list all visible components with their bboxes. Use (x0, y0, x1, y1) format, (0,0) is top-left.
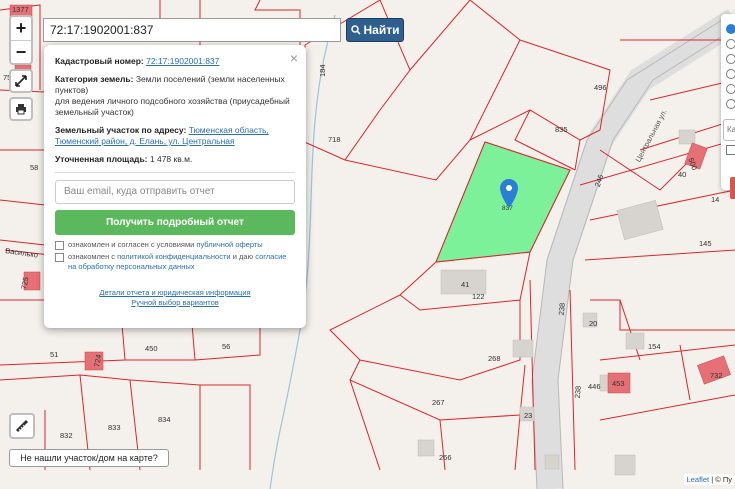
map-label: 450 (145, 344, 158, 353)
map-label: 41 (461, 280, 469, 289)
not-found-button[interactable]: Не нашли участок/дом на карте? (9, 449, 169, 467)
map-label: 446 (588, 382, 601, 391)
area-label: Уточненная площадь: (55, 154, 148, 164)
map-label: 496 (594, 83, 607, 92)
attribution-text: | © Пу (711, 475, 732, 484)
cadastral-number-link[interactable]: 72:17:1902001:837 (146, 56, 219, 66)
map-label: 40 (678, 170, 686, 179)
map-label: 145 (699, 239, 712, 248)
measure-button[interactable] (9, 413, 35, 439)
map-label: 238 (573, 385, 583, 398)
layer-radio[interactable] (726, 24, 735, 34)
area-value: 1 478 кв.м. (149, 154, 193, 164)
manual-selection-link[interactable]: Ручной выбор вариантов (131, 298, 219, 307)
privacy-text-middle: и даю (232, 252, 254, 261)
map-label: 51 (50, 350, 58, 359)
privacy-agreement: ознакомлен с политикой конфиденциальност… (55, 252, 295, 272)
map-label: 23 (524, 411, 532, 420)
map-label: 837 (502, 205, 513, 212)
map-label: 56 (222, 342, 230, 351)
map-label: 268 (488, 354, 501, 363)
cadastral-label: Кадастровый номер: (55, 56, 144, 66)
search-button[interactable]: Найти (346, 18, 404, 42)
layer-radio[interactable] (726, 69, 735, 79)
parcel-info-popup: × Кадастровый номер: 72:17:1902001:837 К… (44, 45, 306, 328)
email-field[interactable]: Ваш email, куда отправить отчет (55, 180, 295, 204)
layer-panel: Ка (721, 14, 735, 199)
ruler-icon (15, 419, 29, 433)
layer-radio[interactable] (726, 84, 735, 94)
offer-link[interactable]: публичной оферты (196, 240, 262, 249)
map-label: 833 (108, 423, 121, 432)
map-label: 20 (589, 319, 597, 328)
offer-agreement: ознакомлен и согласен с условиями публич… (55, 240, 295, 250)
privacy-policy-link[interactable]: политикой конфиденциальности (117, 252, 230, 261)
layer-radio[interactable] (726, 99, 735, 109)
layer-radio[interactable] (726, 39, 735, 49)
report-details-link[interactable]: Детали отчета и юридическая информация (99, 288, 250, 297)
category-label: Категория земель: (55, 74, 134, 84)
layer-checkbox[interactable] (726, 145, 735, 155)
map-label: 835 (555, 125, 568, 134)
layer-radio[interactable] (726, 54, 735, 64)
divider (55, 172, 295, 173)
close-icon[interactable]: × (290, 50, 298, 66)
search-icon (350, 25, 361, 35)
map-label: 834 (158, 415, 171, 424)
map-label: 832 (60, 431, 73, 440)
map-label: 14 (711, 195, 719, 204)
map-label: 718 (328, 135, 341, 144)
map-label: 58 (30, 163, 38, 172)
map-label: 184 (318, 64, 327, 77)
map-label: 154 (648, 342, 661, 351)
map-attribution: Leaflet | © Пу (683, 474, 735, 485)
purpose-value: для ведения личного подсобного хозяйства… (55, 96, 290, 117)
map-label: 267 (432, 398, 445, 407)
leaflet-link[interactable]: Leaflet (687, 475, 710, 484)
map-label: 453 (612, 379, 625, 388)
address-label: Земельный участок по адресу: (55, 125, 187, 135)
layer-select[interactable]: Ка (723, 119, 735, 141)
map-label: 122 (472, 292, 485, 301)
map-label: 732 (710, 371, 723, 380)
search-button-label: Найти (363, 23, 400, 37)
offer-checkbox[interactable] (55, 241, 64, 250)
panel-action-button[interactable] (730, 177, 735, 199)
expand-icon (15, 75, 27, 87)
zoom-out-button[interactable]: − (11, 41, 31, 64)
offer-text: ознакомлен и согласен с условиями (68, 240, 195, 249)
fullscreen-button[interactable] (9, 69, 33, 93)
privacy-text: ознакомлен с (68, 252, 116, 261)
privacy-checkbox[interactable] (55, 253, 64, 262)
map-label: 238 (557, 302, 567, 315)
map-label: 266 (439, 453, 452, 462)
print-button[interactable] (9, 97, 33, 121)
zoom-control: + − (9, 15, 33, 65)
map-label: 1377 (12, 5, 29, 14)
printer-icon (16, 104, 26, 115)
zoom-in-button[interactable]: + (11, 17, 31, 41)
search-input[interactable]: 72:17:1902001:837 (43, 18, 341, 42)
get-report-button[interactable]: Получить подробный отчет (55, 210, 295, 235)
